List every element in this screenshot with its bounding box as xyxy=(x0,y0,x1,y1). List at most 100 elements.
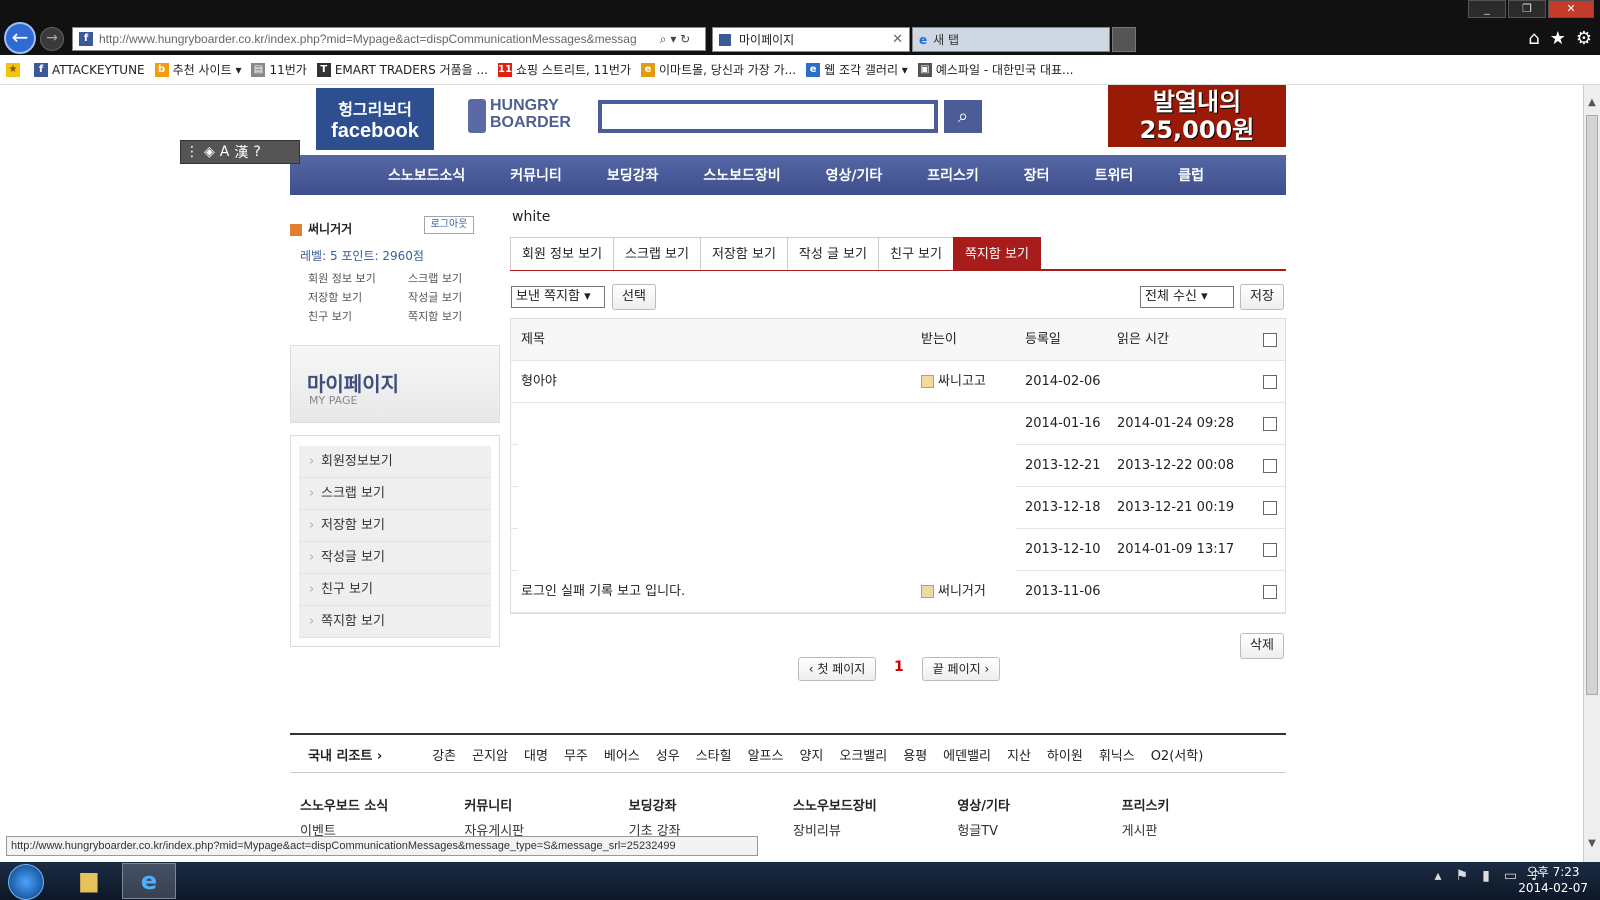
resort-link[interactable]: O2(서학) xyxy=(1151,745,1204,764)
favorite-item[interactable]: b 추천 사이트 ▾ xyxy=(154,61,241,78)
row-checkbox[interactable] xyxy=(1263,375,1277,389)
user-link[interactable]: 저장함 보기 xyxy=(308,289,408,305)
search-input[interactable] xyxy=(598,100,938,133)
tab-messages[interactable]: 쪽지함 보기 xyxy=(952,237,1041,270)
resort-link[interactable]: 휘닉스 xyxy=(1099,745,1135,764)
nav-item[interactable]: 영상/기타 xyxy=(826,165,883,185)
delete-button[interactable]: 삭제 xyxy=(1240,633,1284,659)
clock[interactable]: 오후 7:23 2014-02-07 xyxy=(1518,864,1588,896)
resort-link[interactable]: 성우 xyxy=(656,745,680,764)
font-icon[interactable]: A xyxy=(220,144,230,160)
device-icon[interactable]: ▮ xyxy=(1482,868,1490,884)
resort-link[interactable]: 스타힐 xyxy=(696,745,732,764)
resort-link[interactable]: 용평 xyxy=(903,745,927,764)
tab-member-info[interactable]: 회원 정보 보기 xyxy=(510,237,615,270)
resort-link[interactable]: 대명 xyxy=(524,745,548,764)
tab-close-icon[interactable]: ✕ xyxy=(892,32,903,47)
close-window-button[interactable]: ✕ xyxy=(1548,0,1594,18)
settings-gear-icon[interactable]: ⚙ xyxy=(1576,28,1592,49)
help-icon[interactable]: ? xyxy=(253,144,260,160)
maximize-button[interactable]: ❐ xyxy=(1508,0,1546,18)
scroll-thumb[interactable] xyxy=(1586,115,1598,695)
side-menu-item[interactable]: 저장함 보기 xyxy=(299,510,491,542)
side-menu-item[interactable]: 회원정보보기 xyxy=(299,446,491,478)
grip-icon[interactable]: ⋮ xyxy=(185,144,199,160)
flag-icon[interactable]: ⚑ xyxy=(1456,868,1469,884)
resort-link[interactable]: 에덴밸리 xyxy=(943,745,991,764)
new-tab-button[interactable] xyxy=(1112,27,1136,52)
row-checkbox[interactable] xyxy=(1263,501,1277,515)
user-link[interactable]: 쪽지함 보기 xyxy=(408,308,478,324)
resort-link[interactable]: 베어스 xyxy=(604,745,640,764)
nav-item[interactable]: 트위터 xyxy=(1095,165,1134,185)
resort-link[interactable]: 하이원 xyxy=(1047,745,1083,764)
tab-new[interactable]: e 새 탭 xyxy=(912,27,1110,52)
favorite-item[interactable]: ▣ 예스파일 - 대한민국 대표... xyxy=(917,61,1073,78)
resort-link[interactable]: 양지 xyxy=(799,745,823,764)
tab-friends[interactable]: 친구 보기 xyxy=(877,237,954,270)
favorites-star-icon[interactable]: ★ xyxy=(6,62,24,77)
favorite-item[interactable]: ▤ 11번가 xyxy=(251,61,307,78)
nav-item[interactable]: 보딩강좌 xyxy=(607,165,659,185)
user-link[interactable]: 스크랩 보기 xyxy=(408,270,478,286)
user-link[interactable]: 친구 보기 xyxy=(308,308,408,324)
tray-chevron-icon[interactable]: ▴ xyxy=(1435,868,1442,884)
row-checkbox[interactable] xyxy=(1263,585,1277,599)
resort-link[interactable]: 지산 xyxy=(1007,745,1031,764)
ad-banner[interactable]: 발열내의 25,000원 xyxy=(1108,85,1286,147)
side-menu-item[interactable]: 친구 보기 xyxy=(299,574,491,606)
side-menu-item[interactable]: 작성글 보기 xyxy=(299,542,491,574)
filter-select[interactable]: 전체 수신 ▾ xyxy=(1140,286,1234,308)
select-all-checkbox[interactable] xyxy=(1263,333,1277,347)
scroll-up-icon[interactable]: ▲ xyxy=(1584,97,1600,113)
logout-button[interactable]: 로그아웃 xyxy=(424,216,474,234)
home-icon[interactable]: ⌂ xyxy=(1528,28,1539,49)
resort-link[interactable]: 무주 xyxy=(564,745,588,764)
search-button[interactable]: ⌕ xyxy=(944,100,982,133)
nav-item[interactable]: 프리스키 xyxy=(927,165,979,185)
tab-scrap[interactable]: 스크랩 보기 xyxy=(613,237,701,270)
ie-icon[interactable]: e xyxy=(122,863,176,899)
favorites-star-icon[interactable]: ★ xyxy=(1550,28,1566,49)
message-recipient[interactable]: 싸니고고 xyxy=(921,361,986,403)
resort-link[interactable]: 강촌 xyxy=(432,745,456,764)
nav-item[interactable]: 장터 xyxy=(1024,165,1050,185)
nav-item[interactable]: 클럽 xyxy=(1178,165,1204,185)
user-link[interactable]: 작성글 보기 xyxy=(408,289,478,305)
side-menu-item[interactable]: 쪽지함 보기 xyxy=(299,606,491,638)
tab-mypage[interactable]: 마이페이지 ✕ xyxy=(712,27,910,52)
first-page-button[interactable]: ‹ 첫 페이지 xyxy=(798,657,876,681)
globe-icon[interactable]: ◈ xyxy=(204,144,215,160)
favorite-item[interactable]: 11 쇼핑 스트리트, 11번가 xyxy=(497,61,631,78)
start-button[interactable] xyxy=(8,864,44,900)
facebook-banner[interactable]: 헝그리보더 facebook xyxy=(316,88,434,150)
forward-button[interactable]: → xyxy=(40,27,64,51)
nav-item[interactable]: 커뮤니티 xyxy=(510,165,562,185)
back-button[interactable]: ← xyxy=(4,22,36,54)
side-menu-item[interactable]: 스크랩 보기 xyxy=(299,478,491,510)
favorite-item[interactable]: e 이마트몰, 당신과 가장 가... xyxy=(641,61,796,78)
nav-item[interactable]: 스노보드장비 xyxy=(703,165,780,185)
network-icon[interactable]: ▭ xyxy=(1504,868,1517,884)
current-page[interactable]: 1 xyxy=(894,659,904,675)
address-url[interactable]: http://www.hungryboarder.co.kr/index.php… xyxy=(99,32,645,46)
row-checkbox[interactable] xyxy=(1263,417,1277,431)
last-page-button[interactable]: 끝 페이지 › xyxy=(922,657,1000,681)
address-bar[interactable]: f http://www.hungryboarder.co.kr/index.p… xyxy=(72,27,706,51)
site-logo[interactable]: HUNGRY BOARDER xyxy=(468,97,578,137)
message-title[interactable]: 형아야 xyxy=(521,361,557,403)
hanja-icon[interactable]: 漢 xyxy=(234,142,248,162)
select-button[interactable]: 선택 xyxy=(612,284,656,310)
nav-item[interactable]: 스노보드소식 xyxy=(388,165,465,185)
resort-link[interactable]: 오크밸리 xyxy=(839,745,887,764)
folder-icon[interactable]: ▆ xyxy=(62,864,116,898)
favorite-item[interactable]: e웹 조각 갤러리 ▾ xyxy=(806,61,908,78)
tab-written[interactable]: 작성 글 보기 xyxy=(786,237,879,270)
row-checkbox[interactable] xyxy=(1263,543,1277,557)
minimize-button[interactable]: _ xyxy=(1468,0,1506,18)
resort-link[interactable]: 알프스 xyxy=(748,745,784,764)
user-link[interactable]: 회원 정보 보기 xyxy=(308,270,408,286)
save-button[interactable]: 저장 xyxy=(1240,284,1284,310)
row-checkbox[interactable] xyxy=(1263,459,1277,473)
resort-link[interactable]: 곤지암 xyxy=(472,745,508,764)
